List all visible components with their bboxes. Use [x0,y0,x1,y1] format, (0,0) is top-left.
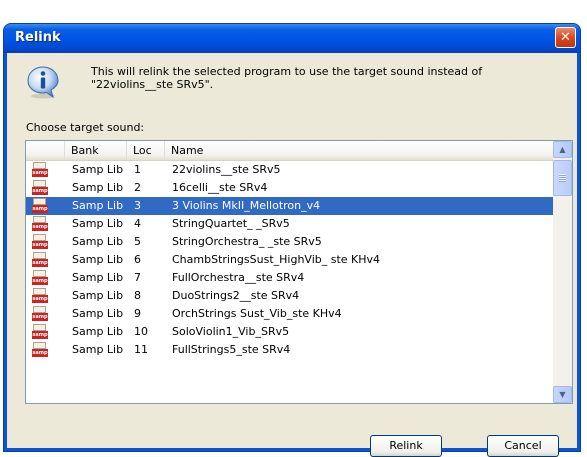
row-name: SoloViolin1_Vib_SRv5 [172,325,290,338]
row-name: StringOrchestra_ _ste SRv5 [172,235,322,248]
row-loc: 6 [134,253,141,266]
row-name: FullStrings5_ste SRv4 [172,343,291,356]
vertical-scrollbar[interactable]: ▲ ▼ [553,141,572,403]
row-name: StringQuartet_ _SRv5 [172,217,290,230]
column-header-bank[interactable]: Bank [65,141,127,160]
column-header-icon[interactable] [26,141,65,160]
program-icon-label: samp [32,331,48,339]
column-header-loc[interactable]: Loc [127,141,165,160]
row-loc: 4 [134,217,141,230]
row-name: 16celli__ste SRv4 [172,181,268,194]
row-loc: 1 [134,163,141,176]
row-bank: Samp Lib [72,271,124,284]
row-name: OrchStrings Sust_Vib_ste KHv4 [172,307,342,320]
list-header: Bank Loc Name [26,141,553,161]
program-icon-label: samp [32,187,48,195]
program-icon-label: samp [32,349,48,357]
row-loc: 5 [134,235,141,248]
list-rows: samp Samp Lib 1 22violins__ste SRv5 samp Samp… [26,161,553,359]
table-row[interactable]: samp Samp Lib 11 FullStrings5_ste SRv4 [26,341,553,359]
table-row[interactable]: samp Samp Lib 6 ChambStringsSust_HighVib_ s… [26,251,553,269]
sampler-program-icon: samp [32,324,48,340]
row-loc: 8 [134,289,141,302]
cancel-button[interactable]: Cancel [487,435,559,457]
scroll-thumb[interactable] [553,160,572,196]
program-icon-label: samp [32,277,48,285]
table-row[interactable]: samp Samp Lib 2 16celli__ste SRv4 [26,179,553,197]
message-line-1: This will relink the selected program to… [91,65,483,78]
row-bank: Samp Lib [72,253,124,266]
row-bank: Samp Lib [72,235,124,248]
row-loc: 2 [134,181,141,194]
row-name: FullOrchestra__ste SRv4 [172,271,305,284]
program-icon-label: samp [32,259,48,267]
program-icon-label: samp [32,205,48,213]
row-loc: 7 [134,271,141,284]
sampler-program-icon: samp [32,198,48,214]
table-row[interactable]: samp Samp Lib 5 StringOrchestra_ _ste SRv5 [26,233,553,251]
chevron-down-icon: ▼ [559,390,566,399]
program-icon-label: samp [32,223,48,231]
relink-button[interactable]: Relink [370,435,442,457]
row-loc: 10 [134,325,148,338]
table-row[interactable]: samp Samp Lib 4 StringQuartet_ _SRv5 [26,215,553,233]
sampler-program-icon: samp [32,342,48,358]
row-name: ChambStringsSust_HighVib_ ste KHv4 [172,253,381,266]
sampler-program-icon: samp [32,234,48,250]
choose-target-label: Choose target sound: [26,121,145,134]
row-name: 3 Violins MkII_Mellotron_v4 [172,199,321,212]
grip-icon [559,174,566,182]
scroll-up-button[interactable]: ▲ [553,141,572,158]
row-loc: 9 [134,307,141,320]
info-icon [27,66,59,99]
program-icon-label: samp [32,241,48,249]
sampler-program-icon: samp [32,216,48,232]
row-bank: Samp Lib [72,199,124,212]
message-line-2: "22violins__ste SRv5". [91,78,214,91]
table-row[interactable]: samp Samp Lib 3 3 Violins MkII_Mellotron_v4 [26,197,553,215]
scroll-down-button[interactable]: ▼ [553,386,572,403]
row-name: 22violins__ste SRv5 [172,163,281,176]
table-row[interactable]: samp Samp Lib 8 DuoStrings2__ste SRv4 [26,287,553,305]
program-icon-label: samp [32,169,48,177]
column-header-name[interactable]: Name [165,141,553,160]
program-icon-label: samp [32,313,48,321]
relink-message: This will relink the selected program to… [91,65,561,91]
sampler-program-icon: samp [32,162,48,178]
row-name: DuoStrings2__ste SRv4 [172,289,300,302]
sampler-program-icon: samp [32,180,48,196]
row-loc: 11 [134,343,148,356]
row-bank: Samp Lib [72,325,124,338]
row-bank: Samp Lib [72,343,124,356]
close-button[interactable]: ✕ [555,27,576,48]
chevron-up-icon: ▲ [559,145,566,154]
row-bank: Samp Lib [72,181,124,194]
dialog-body: This will relink the selected program to… [7,53,577,457]
sampler-program-icon: samp [32,288,48,304]
row-bank: Samp Lib [72,307,124,320]
row-bank: Samp Lib [72,163,124,176]
close-icon: ✕ [560,30,571,45]
row-loc: 3 [134,199,141,212]
sampler-program-icon: samp [32,252,48,268]
window-title: Relink [15,30,61,45]
row-bank: Samp Lib [72,289,124,302]
table-row[interactable]: samp Samp Lib 1 22violins__ste SRv5 [26,161,553,179]
sampler-program-icon: samp [32,270,48,286]
table-row[interactable]: samp Samp Lib 7 FullOrchestra__ste SRv4 [26,269,553,287]
title-bar[interactable]: Relink ✕ [4,24,580,53]
table-row[interactable]: samp Samp Lib 10 SoloViolin1_Vib_SRv5 [26,323,553,341]
row-bank: Samp Lib [72,217,124,230]
sampler-program-icon: samp [32,306,48,322]
relink-dialog: Relink ✕ This will relink the selected p… [4,24,580,457]
table-row[interactable]: samp Samp Lib 9 OrchStrings Sust_Vib_ste KH… [26,305,553,323]
target-sound-list[interactable]: Bank Loc Name samp Samp Lib 1 22violins__st… [25,140,573,404]
program-icon-label: samp [32,295,48,303]
